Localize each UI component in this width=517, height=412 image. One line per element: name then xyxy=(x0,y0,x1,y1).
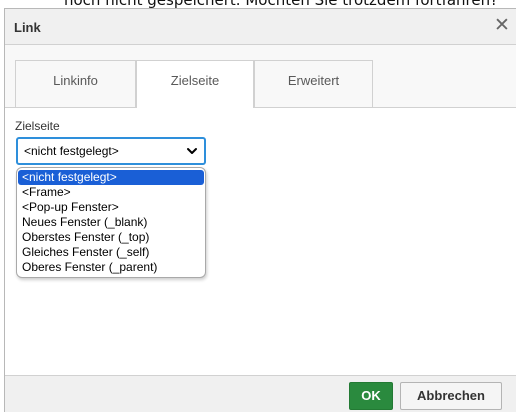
option-frame[interactable]: <Frame> xyxy=(17,185,205,200)
option-nicht-festgelegt[interactable]: <nicht festgelegt> xyxy=(18,170,204,185)
target-dropdown-list: <nicht festgelegt> <Frame> <Pop-up Fenst… xyxy=(16,167,206,278)
tab-content: Zielseite <nicht festgelegt> <nicht fest… xyxy=(5,108,516,376)
dialog-footer: OK Abbrechen xyxy=(5,375,516,412)
target-label: Zielseite xyxy=(15,119,60,133)
tab-bar: Linkinfo Zielseite Erweitert xyxy=(5,45,516,108)
dialog-title: Link xyxy=(14,20,41,35)
tab-linkinfo[interactable]: Linkinfo xyxy=(15,60,136,107)
cutoff-text: noch nicht gespeichert. Möchten Sie trot… xyxy=(64,0,498,8)
tab-erweitert[interactable]: Erweitert xyxy=(254,60,373,107)
target-select[interactable]: <nicht festgelegt> xyxy=(16,137,206,165)
close-icon[interactable]: ✕ xyxy=(494,16,510,36)
cancel-button[interactable]: Abbrechen xyxy=(400,382,502,410)
option-oberstes-fenster[interactable]: Oberstes Fenster (_top) xyxy=(17,230,205,245)
option-gleiches-fenster[interactable]: Gleiches Fenster (_self) xyxy=(17,245,205,260)
chevron-down-icon xyxy=(187,148,197,154)
option-popup-fenster[interactable]: <Pop-up Fenster> xyxy=(17,200,205,215)
link-dialog: Link ✕ Linkinfo Zielseite Erweitert Ziel… xyxy=(4,8,516,412)
tab-zielseite[interactable]: Zielseite xyxy=(136,60,254,108)
ok-button[interactable]: OK xyxy=(349,382,393,410)
target-select-value: <nicht festgelegt> xyxy=(24,144,119,158)
dialog-title-bar[interactable]: Link ✕ xyxy=(5,9,516,45)
option-neues-fenster[interactable]: Neues Fenster (_blank) xyxy=(17,215,205,230)
option-oberes-fenster[interactable]: Oberes Fenster (_parent) xyxy=(17,260,205,275)
background-page: noch nicht gespeichert. Möchten Sie trot… xyxy=(0,0,517,8)
